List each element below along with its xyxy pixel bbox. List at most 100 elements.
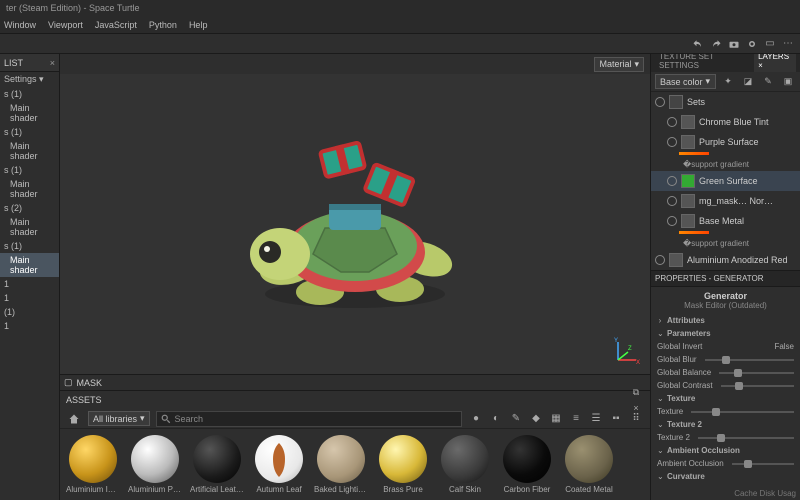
texture-set-item[interactable]: 1 [0, 291, 59, 305]
smart-material-icon[interactable]: ◐ [488, 411, 504, 427]
layer-row[interactable]: Chrome Blue Tint [651, 112, 800, 132]
3d-viewport[interactable]: Y X Z [60, 74, 650, 374]
visibility-icon[interactable] [655, 255, 665, 265]
section-texture2[interactable]: ⌄Texture 2 [651, 418, 800, 431]
undo-icon[interactable] [690, 36, 706, 52]
asset-item[interactable]: Calf Skin [438, 435, 492, 494]
texture-set-item[interactable]: s (1) [0, 239, 59, 253]
texture-set-list-panel: LIST × Settings ▾ s (1)Main shaders (1)M… [0, 54, 60, 500]
sphere-icon[interactable]: ● [468, 411, 484, 427]
shader-item[interactable]: Main shader [0, 215, 59, 239]
param-row[interactable]: Global Balance [651, 366, 800, 379]
texture-set-item[interactable]: (1) [0, 305, 59, 319]
layer-row[interactable]: Aluminium Anodized Red [651, 250, 800, 270]
asset-item[interactable]: Coated Metal [562, 435, 616, 494]
tab-texture-set-settings[interactable]: TEXTURE SET SETTINGS [655, 54, 750, 72]
asset-label: Aluminium Pure [128, 485, 182, 494]
layer-row[interactable]: Green Surface [651, 171, 800, 191]
asset-item[interactable]: Baked Lighting Mate [314, 435, 368, 494]
layer-row[interactable]: Sets [651, 92, 800, 112]
visibility-icon[interactable] [667, 216, 677, 226]
folder-icon[interactable]: ▣ [780, 74, 796, 90]
list-panel-title: LIST [4, 58, 23, 68]
layer-thumb [681, 194, 695, 208]
layer-thumb [681, 135, 695, 149]
param-row[interactable]: Global Contrast [651, 379, 800, 392]
mask-editor-label[interactable]: Mask Editor (Outdated) [651, 301, 800, 310]
visibility-icon[interactable] [667, 137, 677, 147]
redo-icon[interactable] [708, 36, 724, 52]
shader-item[interactable]: Main shader [0, 177, 59, 201]
alpha-icon[interactable]: ◆ [528, 411, 544, 427]
section-curvature[interactable]: ⌄Curvature [651, 470, 800, 483]
param-slider[interactable] [721, 385, 794, 387]
visibility-icon[interactable] [667, 117, 677, 127]
filter-icon[interactable]: ≡ [568, 411, 584, 427]
list-view-icon[interactable]: ☰ [588, 411, 604, 427]
visibility-icon[interactable] [667, 196, 677, 206]
menu-viewport[interactable]: Viewport [48, 20, 83, 30]
grid-small-icon[interactable]: ⠿ [628, 411, 644, 427]
asset-label: Autumn Leaf [252, 485, 306, 494]
menu-javascript[interactable]: JavaScript [95, 20, 137, 30]
texture-slider[interactable] [691, 411, 794, 413]
shader-item[interactable]: Main shader [0, 139, 59, 163]
asset-item[interactable]: Carbon Fiber [500, 435, 554, 494]
wand-icon[interactable]: ✦ [720, 74, 736, 90]
section-texture[interactable]: ⌄Texture [651, 392, 800, 405]
param-row[interactable]: Global InvertFalse [651, 340, 800, 353]
close-icon[interactable]: × [50, 58, 55, 68]
menu-python[interactable]: Python [149, 20, 177, 30]
asset-item[interactable]: Artificial Leather [190, 435, 244, 494]
axis-gizmo[interactable]: Y X Z [612, 336, 642, 366]
bucket-icon[interactable]: ✎ [760, 74, 776, 90]
param-slider[interactable] [705, 359, 794, 361]
ao-slider[interactable] [732, 463, 794, 465]
section-attributes[interactable]: ›Attributes [651, 314, 800, 327]
home-icon[interactable] [66, 411, 82, 427]
asset-item[interactable]: Aluminium Pure [128, 435, 182, 494]
search-input[interactable]: Search [156, 411, 462, 427]
section-parameters[interactable]: ⌄Parameters [651, 327, 800, 340]
material-dropdown[interactable]: Material ▾ [594, 57, 644, 72]
display-icon[interactable]: ▭ [762, 36, 778, 52]
tab-layers[interactable]: LAYERS × [754, 54, 796, 72]
popout-icon[interactable]: ⧉ [628, 384, 644, 400]
asset-item[interactable]: Aluminium Insulator [66, 435, 120, 494]
layer-name: Sets [687, 97, 796, 107]
texture-set-item[interactable]: 1 [0, 277, 59, 291]
brush-icon[interactable]: ✎ [508, 411, 524, 427]
visibility-icon[interactable] [667, 176, 677, 186]
asset-item[interactable]: Brass Pure [376, 435, 430, 494]
camera-icon[interactable] [726, 36, 742, 52]
param-row[interactable]: Global Blur [651, 353, 800, 366]
menu-help[interactable]: Help [189, 20, 208, 30]
shader-item[interactable]: Main shader [0, 253, 59, 277]
section-ao[interactable]: ⌄Ambient Occlusion [651, 444, 800, 457]
param-slider[interactable] [719, 372, 794, 374]
visibility-icon[interactable] [655, 97, 665, 107]
texture-set-item[interactable]: s (1) [0, 163, 59, 177]
grid-view-icon[interactable]: ▪▪ [608, 411, 624, 427]
texture-set-item[interactable]: s (1) [0, 87, 59, 101]
mask-icon[interactable]: ◪ [740, 74, 756, 90]
asset-item[interactable]: Autumn Leaf [252, 435, 306, 494]
more-icon[interactable]: ⋯ [780, 36, 796, 52]
settings-icon[interactable] [744, 36, 760, 52]
texture2-slider[interactable] [698, 437, 794, 439]
library-dropdown[interactable]: All libraries ▾ [88, 411, 150, 426]
menu-window[interactable]: Window [4, 20, 36, 30]
channel-dropdown[interactable]: Base color ▾ [655, 74, 716, 89]
texture-icon[interactable]: ▦ [548, 411, 564, 427]
texture-set-item[interactable]: s (1) [0, 125, 59, 139]
texture-set-item[interactable]: 1 [0, 319, 59, 333]
layer-row[interactable]: Purple Surface [651, 132, 800, 152]
layer-name: mg_mask… Nor… [699, 196, 796, 206]
generator-label: Generator [651, 291, 800, 301]
layer-row[interactable]: mg_mask… Nor… [651, 191, 800, 211]
layer-row[interactable]: Base Metal [651, 211, 800, 231]
texture-set-item[interactable]: s (2) [0, 201, 59, 215]
asset-label: Calf Skin [438, 485, 492, 494]
shader-item[interactable]: Main shader [0, 101, 59, 125]
settings-dropdown[interactable]: Settings ▾ [0, 72, 59, 87]
